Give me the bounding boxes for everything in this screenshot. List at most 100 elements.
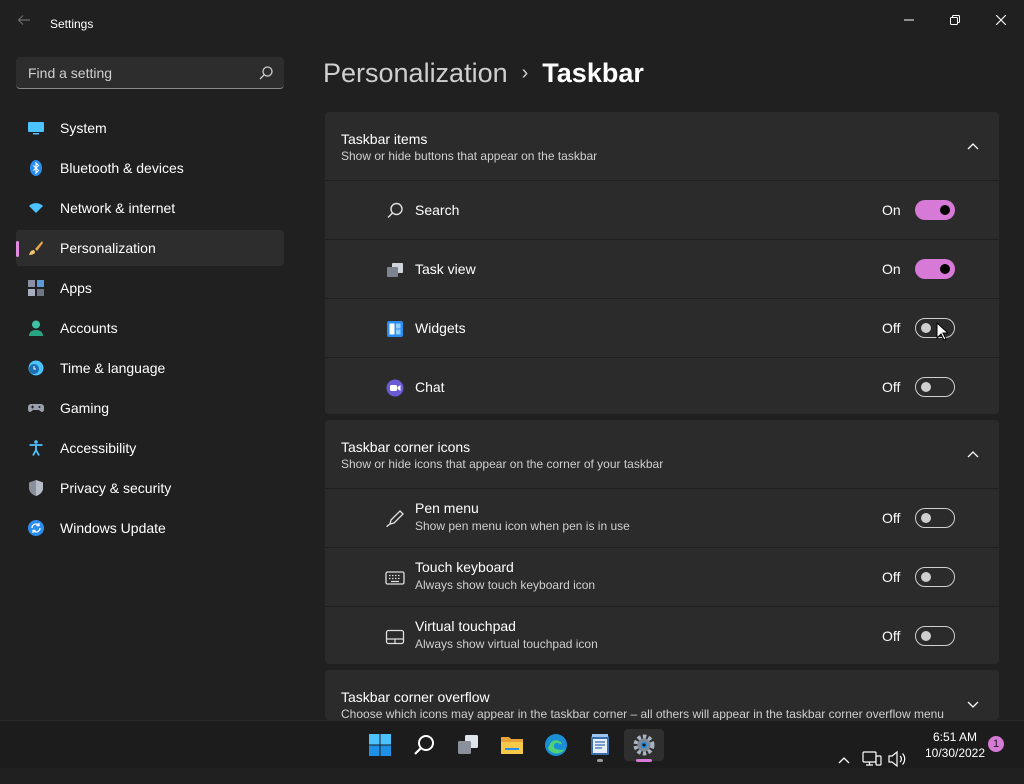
taskbar-file-explorer-button[interactable] [492,729,532,761]
wifi-icon [29,203,43,213]
accounts-icon [29,320,43,336]
network-icon[interactable] [862,735,882,783]
taskbar-corner-overflow-header[interactable]: Taskbar corner overflow Choose which ico… [325,670,999,720]
taskbar-corner-icons-section: Taskbar corner icons Show or hide icons … [325,420,999,664]
file-explorer-icon [501,737,523,754]
volume-icon[interactable] [887,735,907,783]
sidebar-item-system[interactable]: System [16,110,284,146]
taskbar-settings-button[interactable] [624,729,664,762]
chevron-down-icon[interactable] [965,696,981,712]
update-icon [28,520,44,536]
sidebar-item-personalization[interactable]: Personalization [16,230,284,266]
sidebar-item-windows-update[interactable]: Windows Update [16,510,284,546]
toggle-knob [921,513,931,523]
pen-menu-toggle[interactable] [915,508,955,528]
setting-label: Task view [415,261,476,277]
setting-description: Always show touch keyboard icon [415,578,596,592]
taskbar-corner-icons-header[interactable]: Taskbar corner icons Show or hide icons … [325,420,999,489]
apps-icon [28,280,44,296]
sidebar-item-label: Accessibility [60,440,137,456]
chat-toggle[interactable] [915,377,955,397]
toggle-knob [921,631,931,641]
sidebar-item-label: Accounts [60,320,118,336]
sidebar-nav: System Bluetooth & devices Network & int… [16,110,284,550]
back-arrow-icon [17,15,30,25]
toggle-state: On [882,202,901,218]
restore-button[interactable] [932,4,978,36]
section-subtitle: Choose which icons may appear in the tas… [341,707,944,720]
search-toggle[interactable] [915,200,955,220]
virtual-touchpad-toggle[interactable] [915,626,955,646]
minimize-button[interactable] [886,4,932,36]
sidebar-item-accessibility[interactable]: Accessibility [16,430,284,466]
sidebar-item-bluetooth[interactable]: Bluetooth & devices [16,150,284,186]
sidebar-item-accounts[interactable]: Accounts [16,310,284,346]
notification-badge[interactable]: 1 [988,736,1004,752]
sidebar-item-gaming[interactable]: Gaming [16,390,284,426]
taskbar-task-view-button[interactable] [448,729,488,761]
sidebar-item-apps[interactable]: Apps [16,270,284,306]
setting-row-widgets: Widgets Off [325,298,999,357]
clock[interactable]: 6:51 AM 10/30/2022 [912,729,998,761]
sidebar-item-label: Privacy & security [60,480,172,496]
search-icon [414,735,434,755]
toggle-state: Off [882,569,901,585]
taskbar-search-button[interactable] [404,729,444,761]
sidebar-item-privacy-security[interactable]: Privacy & security [16,470,284,506]
toggle-knob [921,323,931,333]
toggle-knob [921,572,931,582]
taskbar-notepad-button[interactable] [580,729,620,762]
touch-keyboard-toggle[interactable] [915,567,955,587]
close-button[interactable] [978,4,1024,36]
page-title: Taskbar [542,58,644,88]
show-hidden-icons-chevron-icon[interactable] [836,736,852,784]
setting-row-task-view: Task view On [325,239,999,298]
task-view-icon [458,735,478,754]
chevron-up-icon[interactable] [965,446,981,462]
section-title: Taskbar corner icons [341,439,471,455]
title-bar: Settings [0,0,1024,48]
taskbar: 6:51 AM 10/30/2022 1 [0,720,1024,768]
minimize-icon [904,19,914,21]
active-indicator [636,759,652,762]
section-subtitle: Show or hide buttons that appear on the … [341,149,598,163]
setting-label: Touch keyboard [415,559,514,575]
section-subtitle: Show or hide icons that appear on the co… [341,457,664,471]
taskbar-edge-button[interactable] [536,729,576,761]
setting-label: Virtual touchpad [415,618,516,634]
restore-icon [950,15,960,25]
clock-time: 6:51 AM [932,730,978,744]
task-view-icon [387,263,403,277]
settings-icon [633,734,655,756]
setting-label: Pen menu [415,500,479,516]
search-box[interactable] [16,57,284,89]
sidebar-item-time-language[interactable]: Time & language [16,350,284,386]
breadcrumb: Personalization › Taskbar [323,58,644,94]
gamepad-icon [28,404,44,412]
touchpad-icon [385,629,405,645]
sidebar-item-label: Personalization [60,240,156,256]
widgets-toggle[interactable] [915,318,955,338]
taskbar-items-header[interactable]: Taskbar items Show or hide buttons that … [325,112,999,181]
task-view-toggle[interactable] [915,259,955,279]
search-input[interactable] [26,57,250,89]
breadcrumb-parent[interactable]: Personalization [323,58,508,88]
running-indicator [597,759,603,762]
mouse-cursor-icon [936,322,948,341]
widgets-icon [387,321,403,337]
pen-icon [386,510,404,528]
edge-icon [545,734,567,756]
toggle-state: Off [882,510,901,526]
sidebar-item-network[interactable]: Network & internet [16,190,284,226]
sidebar-item-label: Gaming [60,400,110,416]
start-button[interactable] [360,729,400,761]
sidebar-item-label: Windows Update [60,520,166,536]
search-icon[interactable] [258,65,274,81]
keyboard-icon [385,571,405,585]
clock-icon [28,360,44,376]
sidebar-item-label: Bluetooth & devices [60,160,184,176]
chevron-up-icon[interactable] [965,138,981,154]
back-button[interactable] [12,12,36,36]
breadcrumb-separator-icon: › [521,62,529,84]
sidebar-item-label: Time & language [60,360,166,376]
